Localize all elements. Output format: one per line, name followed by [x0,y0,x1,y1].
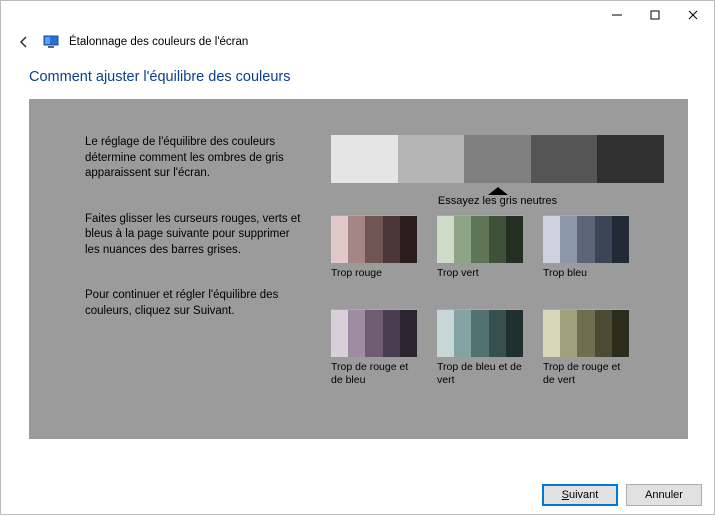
wizard-header: Étalonnage des couleurs de l'écran [1,29,715,59]
instruction-3: Pour continuer et régler l'équilibre des… [85,288,305,319]
pointer-icon [331,187,664,195]
color-cast-swatch [437,215,523,263]
color-cast-swatch [437,309,523,357]
pointer-label: Essayez les gris neutres [331,195,664,207]
color-cast-example: Trop de rouge et de bleu [331,309,417,387]
next-button-mnemonic: S [562,489,569,501]
wizard-buttons: Suivant Annuler [542,484,702,506]
color-cast-examples: Trop rouge Trop vert Trop bleu Trop de roug… [331,215,664,387]
gray-strip-cell [531,135,598,183]
gray-strip-cell [331,135,398,183]
color-cast-swatch [543,309,629,357]
color-cast-example: Trop de rouge et de vert [543,309,629,387]
title-bar [1,1,715,29]
color-cast-caption: Trop de bleu et de vert [437,361,523,387]
back-button[interactable] [15,33,33,51]
color-cast-caption: Trop rouge [331,267,417,293]
main-panel: Le réglage de l'équilibre des couleurs d… [29,99,688,439]
maximize-button[interactable] [636,4,674,26]
instruction-2: Faites glisser les curseurs rouges, vert… [85,212,305,259]
instructions-column: Le réglage de l'équilibre des couleurs d… [85,135,305,429]
cancel-button[interactable]: Annuler [626,484,702,506]
color-cast-example: Trop bleu [543,215,629,293]
cancel-button-label: Annuler [645,489,683,501]
instruction-1: Le réglage de l'équilibre des couleurs d… [85,135,305,182]
color-cast-caption: Trop de rouge et de bleu [331,361,417,387]
content: Comment ajuster l'équilibre des couleurs… [1,59,715,439]
color-cast-caption: Trop bleu [543,267,629,293]
display-icon [43,34,59,50]
gray-strip-cell [398,135,465,183]
window-title: Étalonnage des couleurs de l'écran [69,36,248,48]
gray-strip-cell [464,135,531,183]
color-cast-caption: Trop vert [437,267,523,293]
page-title: Comment ajuster l'équilibre des couleurs [29,63,688,99]
close-button[interactable] [674,4,712,26]
samples-column: Essayez les gris neutres Trop rougeTrop … [331,135,664,429]
neutral-gray-strip [331,135,664,183]
next-button[interactable]: Suivant [542,484,618,506]
color-cast-example: Trop rouge [331,215,417,293]
color-cast-example: Trop de bleu et de vert [437,309,523,387]
color-cast-example: Trop vert [437,215,523,293]
color-cast-swatch [543,215,629,263]
color-cast-swatch [331,309,417,357]
next-button-rest: uivant [569,489,598,501]
gray-strip-cell [597,135,664,183]
color-cast-caption: Trop de rouge et de vert [543,361,629,387]
minimize-button[interactable] [598,4,636,26]
color-cast-swatch [331,215,417,263]
